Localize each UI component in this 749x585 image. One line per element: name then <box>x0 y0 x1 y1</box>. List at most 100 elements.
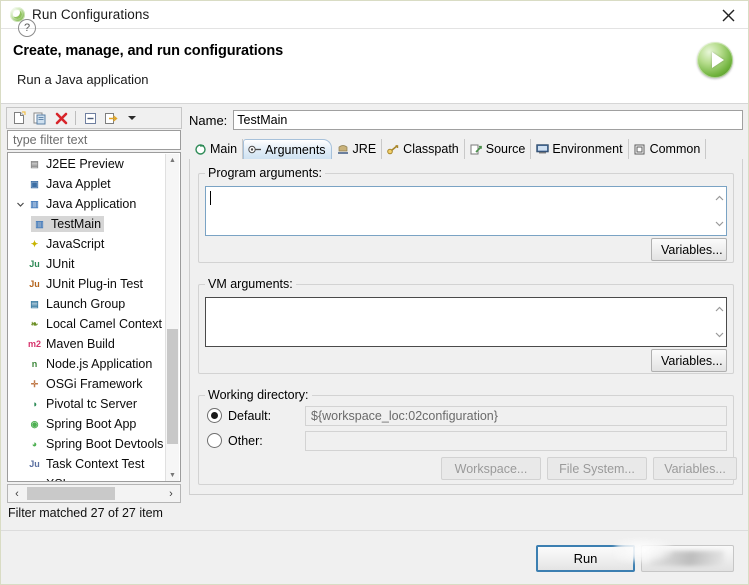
junit-plugin-test-icon: Ju <box>29 279 40 289</box>
tree-item-content: Ju Task Context Test <box>27 457 144 471</box>
j2ee-preview-icon: ▤ <box>30 158 39 169</box>
tree-item-java-application[interactable]: ▥ Java Application <box>8 194 168 214</box>
tab-main[interactable]: Main <box>189 139 244 159</box>
question-mark-help-icon[interactable]: ? <box>18 19 36 37</box>
chevron-up-icon[interactable] <box>712 191 726 205</box>
tab-label: Main <box>210 142 238 156</box>
filter-arrow-icon[interactable] <box>102 110 120 127</box>
spring-boot-app-icon: ◉ <box>30 418 39 429</box>
tree-item-content: Ju JUnit Plug-in Test <box>27 277 143 291</box>
tree-item-javascript[interactable]: ✦ JavaScript <box>8 234 168 254</box>
filter-input[interactable] <box>7 130 181 150</box>
tree-item-task-context-test[interactable]: Ju Task Context Test <box>8 454 168 474</box>
tree-item-local-camel-context[interactable]: ❧ Local Camel Context <box>8 314 168 334</box>
tree-item-content: ▤ Launch Group <box>27 297 125 311</box>
chevron-down-icon[interactable] <box>712 217 726 231</box>
tree-vertical-scrollbar[interactable]: ▲ ▼ <box>165 154 179 481</box>
java-application-icon: ▥ <box>30 198 39 209</box>
tree-item-xsl[interactable]: ≍ XSL <box>8 474 168 482</box>
scroll-left-icon[interactable]: ‹ <box>9 485 25 502</box>
common-tab-icon <box>633 143 647 156</box>
program-arguments-textarea[interactable] <box>205 186 727 236</box>
tab-environment[interactable]: Environment <box>531 139 629 159</box>
new-document-icon[interactable] <box>10 110 28 127</box>
working-directory-variables-button[interactable]: Variables... <box>653 457 737 480</box>
program-arguments-text[interactable] <box>206 187 712 235</box>
tree-item-spring-boot-devtools[interactable]: ◕ Spring Boot Devtools <box>8 434 168 454</box>
other-directory-field[interactable] <box>305 431 727 451</box>
chevron-up-icon[interactable] <box>712 302 726 316</box>
chevron-down-icon[interactable] <box>712 328 726 342</box>
vm-arguments-variables-button[interactable]: Variables... <box>651 349 727 372</box>
configuration-types-tree[interactable]: ▤ J2EE Preview ▣ Java Applet ▥ Java Applicati… <box>7 152 181 482</box>
workspace-button[interactable]: Workspace... <box>441 457 541 480</box>
working-directory-other-row[interactable]: Other: <box>207 433 263 448</box>
tree-item-junit-plug-in-test[interactable]: Ju JUnit Plug-in Test <box>8 274 168 294</box>
tab-label: Environment <box>552 142 623 156</box>
classpath-tab-icon <box>386 143 400 156</box>
tree-item-java-applet[interactable]: ▣ Java Applet <box>8 174 168 194</box>
tree-hscroll-thumb[interactable] <box>27 487 115 500</box>
tab-classpath[interactable]: Classpath <box>382 139 465 159</box>
scroll-right-icon[interactable]: › <box>163 485 179 502</box>
vm-arguments-label: VM arguments: <box>205 277 296 291</box>
red-x-delete-icon[interactable] <box>52 110 70 127</box>
tree-item-content: ▥ TestMain <box>31 216 105 232</box>
tree-item-label: Spring Boot Devtools <box>46 437 164 451</box>
tree-item-testmain[interactable]: ▥ TestMain <box>8 214 168 234</box>
configuration-name-input[interactable] <box>233 110 743 130</box>
chevron-down-icon[interactable] <box>14 197 26 211</box>
scroll-down-icon[interactable]: ▼ <box>166 469 179 481</box>
tab-jre[interactable]: JRE <box>332 139 383 159</box>
tree-item-node-js-application[interactable]: n Node.js Application <box>8 354 168 374</box>
duplicate-icon[interactable] <box>31 110 49 127</box>
collapse-all-icon[interactable] <box>81 110 99 127</box>
tab-common[interactable]: Common <box>629 139 707 159</box>
filter-status-text: Filter matched 27 of 27 item <box>8 506 163 520</box>
tree-item-content: m2 Maven Build <box>27 337 115 351</box>
tree-item-label: Java Applet <box>46 177 111 191</box>
tree-item-j2ee-preview[interactable]: ▤ J2EE Preview <box>8 154 168 174</box>
close-icon[interactable] <box>714 5 742 25</box>
default-radio[interactable] <box>207 408 222 423</box>
tree-item-maven-build[interactable]: m2 Maven Build <box>8 334 168 354</box>
vm-arguments-text[interactable] <box>206 298 712 346</box>
arguments-tab-panel: Program arguments: Variables... VM argum… <box>189 159 743 495</box>
tree-item-label: JUnit Plug-in Test <box>46 277 144 291</box>
tree-scroll-thumb[interactable] <box>167 329 178 444</box>
scroll-up-icon[interactable]: ▲ <box>166 154 179 167</box>
name-row: Name: <box>189 110 743 130</box>
tree-item-pivotal-tc-server[interactable]: ◑ Pivotal tc Server <box>8 394 168 414</box>
spring-boot-devtools-icon: ◕ <box>31 439 38 449</box>
chevron-down-icon[interactable] <box>123 110 141 127</box>
green-run-play-icon <box>697 42 733 78</box>
working-directory-default-row[interactable]: Default: <box>207 408 271 423</box>
tree-item-content: ✛ OSGi Framework <box>27 377 143 391</box>
tree-item-junit[interactable]: Ju JUnit <box>8 254 168 274</box>
tree-list: ▤ J2EE Preview ▣ Java Applet ▥ Java Applicati… <box>8 154 168 482</box>
run-configurations-dialog: Run Configurations Create, manage, and r… <box>0 0 749 585</box>
program-arguments-scrollbar[interactable] <box>712 187 726 235</box>
tree-item-spring-boot-app[interactable]: ◉ Spring Boot App <box>8 414 168 434</box>
maven-build-icon: m2 <box>27 339 41 349</box>
vm-arguments-scrollbar[interactable] <box>712 298 726 346</box>
program-arguments-variables-button[interactable]: Variables... <box>651 238 727 261</box>
other-radio[interactable] <box>207 433 222 448</box>
javascript-icon: ✦ <box>30 238 39 249</box>
vm-arguments-textarea[interactable] <box>205 297 727 347</box>
xsl-icon: ≍ <box>27 477 42 482</box>
tree-item-launch-group[interactable]: ▤ Launch Group <box>8 294 168 314</box>
file-system-button[interactable]: File System... <box>547 457 647 480</box>
tree-item-osgi-framework[interactable]: ✛ OSGi Framework <box>8 374 168 394</box>
tree-item-label: JUnit <box>46 257 75 271</box>
secondary-action-button[interactable] <box>641 545 734 572</box>
tree-item-content: ✦ JavaScript <box>27 237 105 251</box>
default-label: Default: <box>228 408 272 423</box>
tree-item-content: ◑ Pivotal tc Server <box>27 397 137 411</box>
tab-source[interactable]: Source <box>465 139 532 159</box>
tree-item-label: JavaScript <box>46 237 105 251</box>
tab-arguments[interactable]: Arguments <box>243 139 332 159</box>
tree-item-label: Node.js Application <box>46 357 153 371</box>
tree-horizontal-scrollbar[interactable]: ‹ › <box>7 484 181 503</box>
run-button[interactable]: Run <box>536 545 635 572</box>
